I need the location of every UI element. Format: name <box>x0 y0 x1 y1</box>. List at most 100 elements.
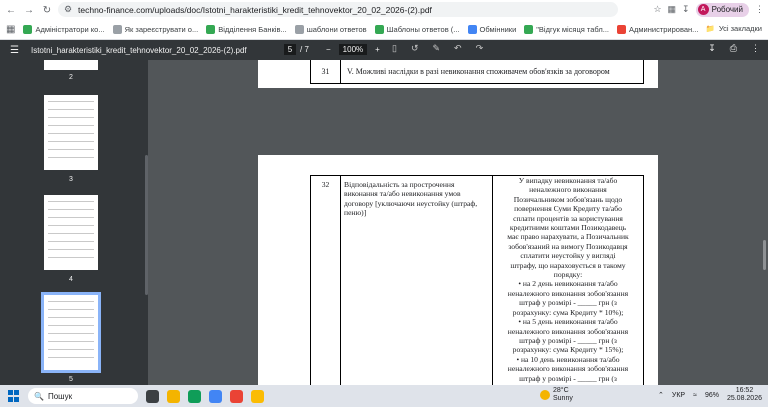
weather-widget[interactable]: 28°C Sunny <box>540 387 573 403</box>
bookmark-favicon-icon <box>374 25 384 34</box>
chevron-up-icon[interactable]: ⌃ <box>658 391 664 399</box>
body-line: Позичальником зобов'язань щодо <box>513 194 623 204</box>
bookmark-list: Адміністратори ко... Як зареєструвати о..… <box>15 25 698 34</box>
fit-page-icon[interactable]: ▯ <box>392 43 397 54</box>
zoom-out-button[interactable]: − <box>326 45 331 54</box>
body-line: розрахунку: сума Кредиту * 10%); <box>512 307 624 317</box>
site-info-icon[interactable]: ⚙ <box>64 4 72 15</box>
row-title: Відповідальність за прострочення виконан… <box>341 176 493 385</box>
bookmark-star-icon[interactable]: ☆ <box>653 4 661 15</box>
forward-icon[interactable]: → <box>22 3 36 17</box>
download-pdf-icon[interactable]: ↧ <box>708 43 716 54</box>
body-line: • на 10 день невиконання та/або <box>516 354 620 364</box>
redo-icon[interactable]: ↷ <box>476 43 484 54</box>
thumbnail-page-2[interactable] <box>44 60 98 70</box>
more-options-icon[interactable]: ⋮ <box>751 43 760 54</box>
bookmark-item[interactable]: "Відгук місяця табл... <box>524 25 609 34</box>
body-line: штраф у розмірі - _____ грн (з <box>519 335 617 345</box>
undo-icon[interactable]: ↶ <box>454 43 462 54</box>
thumbnail-page-5[interactable] <box>41 292 101 373</box>
chrome-profile-icon[interactable] <box>251 389 264 403</box>
store-icon[interactable] <box>209 389 222 403</box>
bookmark-label: Шаблоны ответов (... <box>386 25 460 34</box>
thumb-label-2: 2 <box>69 74 73 81</box>
all-bookmarks[interactable]: 📁 Усі закладки <box>706 24 762 33</box>
draw-icon[interactable]: ✎ <box>433 43 441 54</box>
bookmark-favicon-icon <box>294 25 304 34</box>
thumbnail-page-3[interactable] <box>44 95 98 170</box>
body-line: • на 5 день невиконання та/або <box>518 317 618 327</box>
bookmark-item[interactable]: Адміністратори ко... <box>23 25 105 34</box>
sidebar-menu-icon[interactable]: ☰ <box>10 45 19 56</box>
page-indicator: 5 / 7 <box>284 44 309 55</box>
body-line: неналежного виконання зобов'язання <box>507 288 629 298</box>
task-view-icon[interactable] <box>146 389 159 403</box>
viewer-scrollbar[interactable] <box>763 240 766 270</box>
system-tray: ⌃ УКР ≈ 96% 16:52 25.08.2026 <box>658 387 762 403</box>
taskbar-search[interactable]: 🔍 Пошук <box>28 388 138 404</box>
bookmarks-bar: ▦ Адміністратори ко... Як зареєструвати о… <box>0 20 768 40</box>
wifi-icon[interactable]: ≈ <box>693 392 697 399</box>
chrome-icon[interactable] <box>230 389 243 403</box>
print-icon[interactable]: ⎙ <box>730 43 737 54</box>
zoom-controls: − 100% + <box>326 44 380 55</box>
thumb-label-3: 3 <box>69 176 73 183</box>
body-line: розрахунку: сума Кредиту * 15%); <box>512 345 624 355</box>
language-indicator[interactable]: УКР <box>672 392 685 399</box>
bookmark-favicon-icon <box>206 25 216 34</box>
body-line: неналежного виконання зобов'язання <box>507 326 629 336</box>
body-line: повернення Суми Кредиту та/або <box>514 204 622 214</box>
bookmark-item[interactable]: Як зареєструвати о... <box>112 25 199 34</box>
address-row: ← → ↻ ⚙ techno-finance.com/uploads/doc/I… <box>0 0 768 20</box>
search-placeholder: Пошук <box>47 391 73 401</box>
file-explorer-icon[interactable] <box>167 389 180 403</box>
document-viewer: 31 V. Можливі наслідки в разі невиконанн… <box>148 60 768 385</box>
weather-text: Sunny <box>553 395 573 402</box>
profile-button[interactable]: А Робочий <box>695 2 749 17</box>
body-line: У випадку невиконання та/або <box>518 176 618 185</box>
windows-start-icon[interactable] <box>8 390 20 402</box>
bookmark-label: Як зареєструвати о... <box>124 25 199 34</box>
bookmark-item[interactable]: Відділення Банків... <box>206 25 287 34</box>
body-line: порядку: <box>553 270 583 280</box>
battery-indicator[interactable]: 96% <box>705 392 719 399</box>
address-bar[interactable]: ⚙ techno-finance.com/uploads/doc/Istotni… <box>58 2 618 17</box>
row-number: 32 <box>311 176 341 385</box>
thumb-label-4: 4 <box>69 276 73 283</box>
taskbar-apps <box>138 389 264 403</box>
body-line: сплати процентів за користування <box>513 213 623 223</box>
bookmark-item[interactable]: Шаблоны ответов (... <box>374 25 460 34</box>
bookmark-item[interactable]: Администрирован... <box>617 25 698 34</box>
download-icon[interactable]: ↧ <box>682 4 690 15</box>
body-line: сплатити неустойку у вигляді <box>520 251 616 261</box>
apps-grid-icon[interactable]: ▦ <box>6 24 15 35</box>
body-line: неналежного виконання зобов'язання <box>507 364 629 374</box>
reload-icon[interactable]: ↻ <box>40 3 54 17</box>
clock[interactable]: 16:52 25.08.2026 <box>727 387 762 403</box>
edge-icon[interactable] <box>188 389 201 403</box>
zoom-in-button[interactable]: + <box>375 45 380 54</box>
thumbnail-sidebar: 2 3 4 5 <box>0 60 148 385</box>
extensions-icon[interactable]: ▦ <box>668 4 677 15</box>
thumbnail-page-4[interactable] <box>44 195 98 270</box>
temperature: 28°C <box>553 387 569 394</box>
bookmark-favicon-icon <box>112 25 122 34</box>
back-icon[interactable]: ← <box>4 3 18 17</box>
all-bookmarks-label: Усі закладки <box>718 24 762 33</box>
table-row-31: 31 V. Можливі наслідки в разі невиконанн… <box>310 60 644 84</box>
zoom-input[interactable]: 100% <box>338 44 368 55</box>
body-line: має право нарахувати, а Позичальник <box>507 232 629 242</box>
avatar: А <box>697 4 709 15</box>
bookmark-item[interactable]: Обмінники <box>467 25 516 34</box>
sun-icon <box>540 390 550 400</box>
menu-icon[interactable]: ⋮ <box>755 4 764 15</box>
url-text: techno-finance.com/uploads/doc/Istotni_h… <box>78 4 432 15</box>
bookmark-favicon-icon <box>467 25 477 34</box>
pdf-tools: ▯ ↺ ✎ ↶ ↷ <box>392 43 483 54</box>
toolbar-right: ☆ ▦ ↧ А Робочий ⋮ <box>653 2 764 17</box>
bookmark-favicon-icon <box>524 25 534 34</box>
browser-chrome: ← → ↻ ⚙ techno-finance.com/uploads/doc/I… <box>0 0 768 40</box>
page-number-input[interactable]: 5 <box>284 44 296 55</box>
rotate-icon[interactable]: ↺ <box>411 43 419 54</box>
bookmark-item[interactable]: шаблони ответов <box>294 25 367 34</box>
